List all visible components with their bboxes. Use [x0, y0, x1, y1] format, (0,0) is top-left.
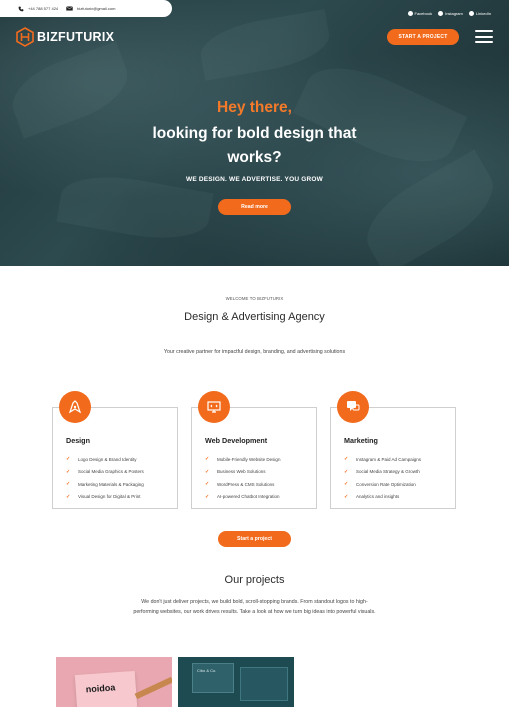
about-subtitle: Your creative partner for impactful desi…: [163, 349, 346, 355]
email-text: bizfuturix@gmail.com: [77, 6, 116, 11]
logo-text: BIZFUTURIX: [37, 30, 115, 44]
brand-card: [240, 667, 288, 701]
facebook-icon: [407, 11, 413, 16]
hero-subtitle: WE DESIGN. WE ADVERTISE. YOU GROW: [186, 176, 323, 183]
phone-text: +44 788 577 424: [28, 6, 59, 11]
card-brand-text: Cibo & Co.: [197, 668, 217, 673]
projects-description: We don't just deliver projects, we build…: [133, 599, 376, 615]
project-thumbnail[interactable]: noidoa: [56, 657, 172, 707]
business-card: noidoa: [74, 670, 138, 707]
card-list: ✓ Mobile-Friendly Website Design ✓ Busines…: [205, 453, 280, 503]
linkedin-icon: [468, 11, 474, 16]
social-label: Facebook: [414, 11, 433, 16]
social-links: Facebook Instagram LinkedIn: [402, 11, 491, 16]
start-project-button[interactable]: START A PROJECT: [387, 29, 459, 45]
check-icon: ✓: [66, 468, 71, 475]
brand-logo[interactable]: BIZFUTURIX: [16, 27, 114, 47]
design-pen-icon: [59, 391, 91, 423]
background-leaf: [353, 149, 507, 266]
project-thumbnail[interactable]: Cibo & Co.: [178, 657, 294, 707]
phone-contact[interactable]: +44 788 577 424: [18, 6, 58, 12]
hero-greeting: Hey there,: [217, 99, 292, 116]
list-item: ✓ Marketing Materials & Packaging: [66, 481, 144, 488]
social-facebook[interactable]: Facebook: [407, 11, 433, 16]
check-icon: ✓: [205, 493, 210, 500]
hero-title: looking for bold design that works?: [152, 125, 357, 166]
phone-icon: [18, 6, 24, 11]
list-item: ✓ Visual Design for Digital & Print: [66, 493, 141, 500]
about-title: Design & Advertising Agency: [184, 311, 325, 323]
card-title: Web Development: [205, 436, 268, 445]
social-linkedin[interactable]: LinkedIn: [468, 11, 491, 16]
about-eyebrow: WELCOME TO BIZFUTURIX: [225, 296, 284, 301]
decor-stick: [134, 676, 172, 700]
start-a-project-button[interactable]: Start a project: [218, 531, 291, 547]
megaphone-chat-icon: [337, 391, 369, 423]
read-more-button[interactable]: Read more: [218, 199, 291, 215]
card-title: Marketing: [344, 436, 378, 445]
monitor-code-icon: [198, 391, 230, 423]
instagram-icon: [438, 11, 444, 16]
logo-icon: [16, 27, 34, 47]
list-item: ✓ Logo Design & Brand Identity: [66, 456, 137, 463]
email-contact[interactable]: bizfuturix@gmail.com: [66, 6, 115, 11]
check-icon: ✓: [205, 456, 210, 463]
list-item: ✓ Instagram & Paid Ad Campaigns: [344, 456, 422, 463]
list-item: ✓ AI-powered Chatbot Integration: [205, 493, 280, 500]
mail-icon: [66, 6, 73, 11]
hero-section: +44 788 577 424 bizfuturix@gmail.com Fac…: [0, 0, 509, 266]
card-brand-text: noidoa: [85, 682, 116, 695]
card-title: Design: [66, 436, 90, 445]
check-icon: ✓: [344, 493, 349, 500]
check-icon: ✓: [344, 456, 349, 463]
list-item: ✓ Analytics and insights: [344, 493, 400, 500]
list-item: ✓ Mobile-Friendly Website Design: [205, 456, 281, 463]
hamburger-menu-icon[interactable]: [475, 30, 493, 43]
check-icon: ✓: [66, 481, 71, 488]
check-icon: ✓: [205, 468, 210, 475]
social-label: Instagram: [445, 11, 463, 16]
list-item: ✓ WordPress & CMS Solutions: [205, 481, 275, 488]
list-item: ✓ Social Media Strategy & Growth: [344, 468, 420, 475]
card-list: ✓ Instagram & Paid Ad Campaigns ✓ Social M…: [344, 453, 421, 503]
contact-bar: +44 788 577 424 bizfuturix@gmail.com: [0, 0, 172, 17]
check-icon: ✓: [344, 481, 349, 488]
projects-title: Our projects: [224, 574, 285, 586]
check-icon: ✓: [344, 468, 349, 475]
background-leaf: [3, 41, 137, 139]
brand-card: Cibo & Co.: [192, 663, 234, 693]
check-icon: ✓: [66, 493, 71, 500]
social-label: LinkedIn: [475, 11, 491, 16]
list-item: ✓ Social Media Graphics & Posters: [66, 468, 144, 475]
social-instagram[interactable]: Instagram: [438, 11, 463, 16]
check-icon: ✓: [66, 456, 71, 463]
list-item: ✓ Business Web Solutions: [205, 468, 266, 475]
background-leaf: [196, 9, 334, 81]
check-icon: ✓: [205, 481, 210, 488]
card-list: ✓ Logo Design & Brand Identity ✓ Social Me…: [66, 453, 144, 503]
list-item: ✓ Conversion Rate Optimization: [344, 481, 416, 488]
